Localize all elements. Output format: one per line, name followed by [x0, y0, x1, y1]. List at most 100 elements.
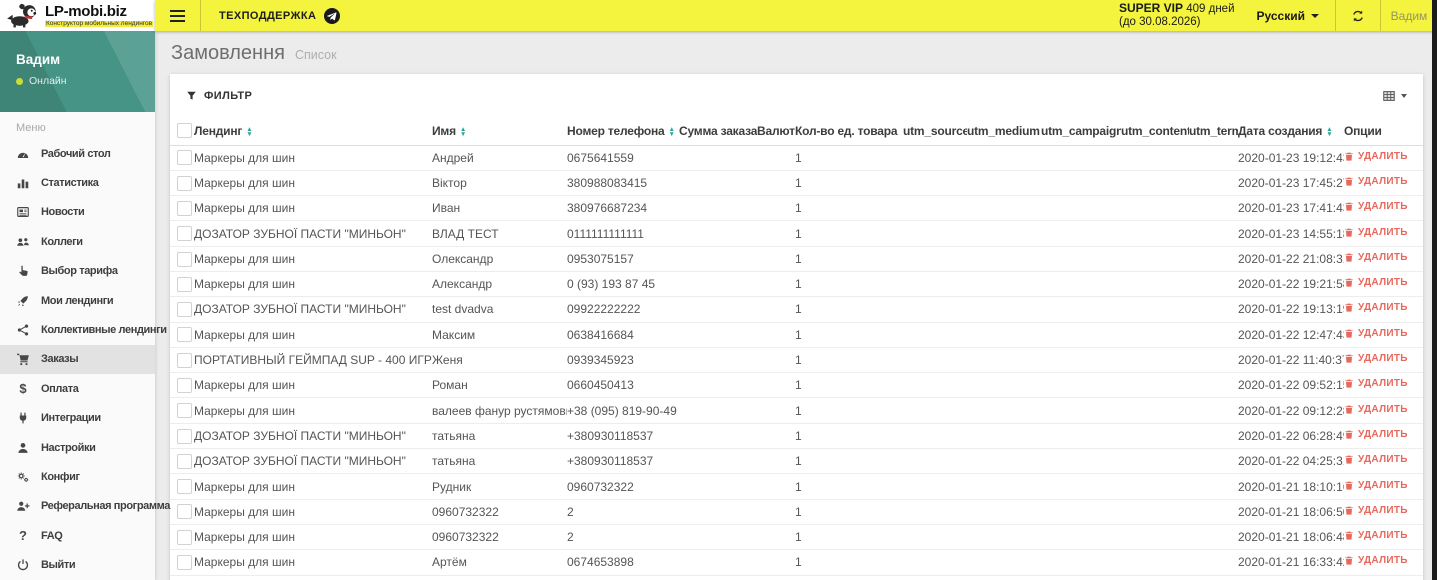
- row-checkbox-cell: [170, 448, 194, 475]
- cell-qty: 1: [795, 372, 903, 399]
- topbar-username[interactable]: Вадим: [1381, 9, 1437, 23]
- sidebar-item-faq[interactable]: ? FAQ: [0, 521, 155, 550]
- sidebar-item-referral[interactable]: Реферальная программа: [0, 492, 170, 521]
- page-scrollbar[interactable]: [1432, 0, 1437, 580]
- cell-currency: [757, 296, 795, 323]
- logo[interactable]: LP-mobi.biz Конструктор мобильных лендин…: [0, 0, 155, 31]
- refresh-icon: [1353, 10, 1363, 21]
- delete-order-button[interactable]: УДАЛИТЬ: [1344, 429, 1408, 440]
- sidebar-item-collective-landings[interactable]: Коллективные лендинги: [0, 315, 167, 344]
- sidebar-item-colleagues[interactable]: Коллеги: [0, 227, 155, 256]
- row-checkbox[interactable]: [177, 175, 192, 191]
- sidebar-item-statistics[interactable]: Статистика: [0, 168, 155, 197]
- cell-qty: 1: [795, 397, 903, 424]
- cell-name: Иван: [432, 195, 567, 222]
- row-checkbox[interactable]: [177, 276, 192, 292]
- row-checkbox[interactable]: [177, 302, 192, 318]
- cell-qty: 1: [795, 246, 903, 272]
- delete-order-button[interactable]: УДАЛИТЬ: [1344, 302, 1408, 313]
- sort-icon[interactable]: ▲ ▼: [246, 126, 252, 138]
- sidebar-item-payment[interactable]: $ Оплата: [0, 374, 155, 403]
- column-header: Дата создания ▲ ▼: [1238, 117, 1344, 146]
- logo-subtitle: Конструктор мобильных лендингов: [45, 19, 154, 28]
- delete-order-button[interactable]: УДАЛИТЬ: [1344, 505, 1408, 516]
- column-header: Сумма заказа: [679, 117, 757, 146]
- sidebar-item-tariff[interactable]: Выбор тарифа: [0, 257, 155, 286]
- column-header-label[interactable]: Номер телефона: [567, 124, 665, 138]
- column-settings-button[interactable]: [1382, 89, 1407, 103]
- cell-landing: ДОЗАТОР ЗУБНОЇ ПАСТИ "МИНЬОН": [194, 296, 432, 323]
- delete-order-button[interactable]: УДАЛИТЬ: [1344, 404, 1408, 415]
- row-checkbox[interactable]: [177, 403, 192, 419]
- row-checkbox[interactable]: [177, 327, 192, 343]
- sidebar-item-integrations[interactable]: Интеграции: [0, 404, 155, 433]
- delete-order-button[interactable]: УДАЛИТЬ: [1344, 277, 1408, 288]
- cell-utm_content: [1121, 448, 1189, 475]
- row-checkbox[interactable]: [177, 555, 192, 571]
- cell-sum: [679, 347, 757, 374]
- delete-order-button[interactable]: УДАЛИТЬ: [1344, 252, 1408, 263]
- sidebar-item-dashboard[interactable]: Рабочий стол: [0, 139, 155, 168]
- cell-options: УДАЛИТЬ: [1344, 220, 1423, 247]
- delete-order-button[interactable]: УДАЛИТЬ: [1344, 151, 1408, 162]
- row-checkbox[interactable]: [177, 479, 192, 495]
- sort-icon[interactable]: ▲ ▼: [1326, 126, 1332, 138]
- stats-icon: [14, 176, 32, 190]
- row-checkbox[interactable]: [177, 226, 192, 242]
- column-header-label[interactable]: Лендинг: [194, 124, 242, 138]
- delete-order-button[interactable]: УДАЛИТЬ: [1344, 201, 1408, 212]
- cell-created: 2020-01-22 09:12:28: [1238, 397, 1344, 424]
- delete-order-button[interactable]: УДАЛИТЬ: [1344, 454, 1408, 465]
- cell-utm_source: [903, 372, 967, 399]
- select-all-checkbox[interactable]: [177, 123, 192, 139]
- row-checkbox[interactable]: [177, 200, 192, 216]
- delete-order-button[interactable]: УДАЛИТЬ: [1344, 378, 1408, 389]
- support-link[interactable]: ТЕХПОДДЕРЖКА: [219, 7, 341, 24]
- row-checkbox[interactable]: [177, 504, 192, 520]
- sidebar-item-label: Выбор тарифа: [41, 265, 118, 278]
- row-checkbox[interactable]: [177, 352, 192, 368]
- sidebar-item-config[interactable]: Конфиг: [0, 462, 155, 491]
- sidebar-item-my-landings[interactable]: Мои лендинги: [0, 286, 155, 315]
- delete-order-button[interactable]: УДАЛИТЬ: [1344, 555, 1408, 566]
- cell-sum: [679, 322, 757, 348]
- delete-order-button[interactable]: УДАЛИТЬ: [1344, 328, 1408, 339]
- cell-qty: 1: [795, 423, 903, 450]
- row-checkbox[interactable]: [177, 150, 192, 166]
- cell-landing: ДОЗАТОР ЗУБНОЇ ПАСТИ "МИНЬОН": [194, 448, 432, 475]
- refresh-button[interactable]: [1336, 0, 1380, 31]
- sidebar-item-label: Коллективные лендинги: [41, 324, 167, 337]
- cell-utm_medium: [967, 271, 1041, 298]
- delete-order-button[interactable]: УДАЛИТЬ: [1344, 480, 1408, 491]
- column-header-label[interactable]: Дата создания: [1238, 124, 1322, 138]
- sidebar-item-settings[interactable]: Настройки: [0, 433, 155, 462]
- dollar-icon: $: [19, 380, 27, 396]
- cell-currency: [757, 170, 795, 197]
- delete-order-button[interactable]: УДАЛИТЬ: [1344, 227, 1408, 238]
- row-checkbox[interactable]: [177, 251, 192, 267]
- cell-sum: [679, 271, 757, 298]
- filter-button[interactable]: ФИЛЬТР: [186, 90, 252, 102]
- delete-label: УДАЛИТЬ: [1358, 327, 1408, 339]
- row-checkbox[interactable]: [177, 529, 192, 545]
- row-checkbox[interactable]: [177, 377, 192, 393]
- cell-utm_medium: [967, 397, 1041, 424]
- language-dropdown[interactable]: Русский: [1257, 9, 1319, 23]
- sidebar-item-news[interactable]: Новости: [0, 198, 155, 227]
- sidebar-item-logout[interactable]: Выйти: [0, 550, 155, 579]
- sidebar-item-orders[interactable]: Заказы: [0, 344, 155, 375]
- delete-label: УДАЛИТЬ: [1358, 504, 1408, 516]
- row-checkbox[interactable]: [177, 428, 192, 444]
- delete-order-button[interactable]: УДАЛИТЬ: [1344, 353, 1408, 364]
- menu-toggle-button[interactable]: [155, 0, 200, 31]
- column-header-label[interactable]: Имя: [432, 124, 456, 138]
- sort-icon[interactable]: ▲ ▼: [669, 126, 675, 138]
- row-checkbox[interactable]: [177, 453, 192, 469]
- rocket-icon: [14, 294, 32, 308]
- table-row: Маркеры для шин Андрей 0675641559 1 2020-01-…: [170, 145, 1423, 171]
- delete-order-button[interactable]: УДАЛИТЬ: [1344, 530, 1408, 541]
- cell-utm_campaign: [1041, 145, 1121, 171]
- cell-phone: 0675641559: [567, 145, 679, 171]
- sort-icon[interactable]: ▲ ▼: [460, 126, 466, 138]
- delete-order-button[interactable]: УДАЛИТЬ: [1344, 176, 1408, 187]
